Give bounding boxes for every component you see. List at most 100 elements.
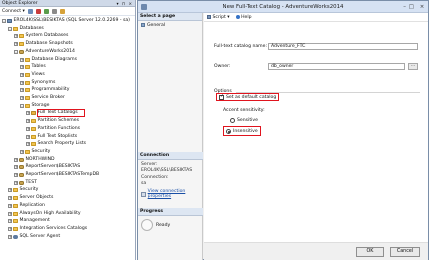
ok-button[interactable]: OK — [356, 247, 384, 257]
collapse-icon[interactable]: - — [20, 103, 24, 108]
help-button[interactable]: Help — [235, 15, 252, 20]
expand-icon[interactable]: + — [20, 149, 24, 154]
connect-button[interactable]: Connect ▾ — [2, 9, 25, 14]
tree-node[interactable]: + Views — [20, 72, 45, 78]
tree-node-label: Security — [19, 187, 39, 193]
expand-icon[interactable]: + — [14, 157, 18, 162]
expand-icon[interactable]: + — [14, 42, 18, 47]
dialog-button-bar: OK Cancel — [204, 242, 428, 260]
set-default-catalog-checkbox[interactable]: Set as default catalog — [216, 93, 280, 101]
expand-icon[interactable]: + — [26, 134, 30, 139]
page-general[interactable]: General — [141, 22, 199, 28]
expand-icon[interactable]: + — [20, 88, 24, 93]
tree-node-label: Security — [31, 148, 51, 154]
script-icon — [207, 15, 211, 19]
radio-selected-icon — [226, 128, 231, 134]
tree-node[interactable]: + AlwaysOn High Availability — [8, 211, 81, 217]
minimize-button[interactable]: – — [403, 1, 406, 13]
tree-node[interactable]: + Search Property Lists — [26, 141, 86, 147]
tree-node-label: Partition Schemes — [37, 118, 79, 124]
tree-node[interactable]: + Replication — [8, 203, 45, 209]
expand-icon[interactable]: + — [14, 34, 18, 39]
tree-node[interactable]: + Partition Functions — [26, 126, 80, 132]
tree-node[interactable]: + Partition Schemes — [26, 118, 79, 124]
tree-node[interactable]: - AdventureWorks2014 — [14, 49, 75, 55]
expand-icon[interactable]: + — [8, 196, 12, 201]
tree-node[interactable]: + SQL Server Agent — [8, 234, 60, 240]
collapse-icon[interactable]: - — [8, 26, 12, 31]
expand-icon[interactable]: + — [14, 180, 18, 185]
script-label: Script ▾ — [212, 14, 230, 20]
tree-node-label: Storage — [31, 102, 50, 108]
tree-node[interactable]: + Management — [8, 218, 50, 224]
expand-icon[interactable]: + — [26, 111, 30, 116]
filter-icon[interactable] — [59, 8, 65, 14]
tree-node[interactable]: + Database Diagrams — [20, 57, 77, 63]
folder-icon — [25, 80, 30, 85]
tree-node[interactable]: + Synonyms — [20, 80, 55, 86]
tree-node[interactable]: + NORTHWIND — [14, 157, 55, 163]
tree-node[interactable]: + Service Broker — [20, 95, 65, 101]
tree-node[interactable]: + Integration Services Catalogs — [8, 226, 87, 232]
folder-icon — [25, 88, 30, 93]
tree-node[interactable]: + Programmability — [20, 87, 69, 93]
tree-node[interactable]: - Storage — [20, 103, 49, 109]
tree-node[interactable]: - EROL4K\SSL\BESIKTAS (SQL Server 12.0.22… — [2, 18, 130, 24]
expand-icon[interactable]: + — [20, 72, 24, 77]
expand-icon[interactable]: + — [26, 119, 30, 124]
tree-node[interactable]: + Server Objects — [8, 195, 53, 201]
sensitive-radio[interactable]: Sensitive — [228, 116, 260, 124]
collapse-icon[interactable]: - — [2, 19, 6, 23]
tree-node[interactable]: + ReportServer$BESIKTASTempDB — [14, 172, 99, 178]
close-button[interactable]: × — [416, 1, 428, 13]
expand-icon[interactable]: + — [26, 126, 30, 131]
tree-node[interactable]: + Full Text Catalogs — [26, 109, 85, 118]
folder-icon — [25, 149, 30, 154]
folder-icon — [31, 126, 36, 131]
tree-node[interactable]: + System Databases — [14, 33, 68, 39]
insensitive-radio[interactable]: Insensitive — [223, 126, 261, 136]
view-connection-properties-link[interactable]: View connection properties — [138, 189, 203, 199]
browse-owner-button[interactable]: ... — [408, 63, 418, 70]
catalog-name-input[interactable]: Adventure_FTC — [268, 43, 418, 50]
expand-icon[interactable]: + — [20, 65, 24, 70]
expand-icon[interactable]: + — [26, 142, 30, 147]
stop-icon[interactable] — [51, 8, 57, 14]
connect-icon[interactable] — [27, 8, 33, 14]
tree-node[interactable]: - Databases — [8, 26, 44, 32]
expand-icon[interactable]: + — [8, 211, 12, 216]
object-explorer-panel: Object Explorer ▾ ⊓ × Connect ▾ - EROL4K\… — [0, 0, 136, 260]
tree-node[interactable]: + Database Snapshots — [14, 41, 73, 47]
cancel-button[interactable]: Cancel — [390, 247, 420, 257]
expand-icon[interactable]: + — [20, 96, 24, 100]
expand-icon[interactable]: + — [20, 80, 24, 85]
tree-node-label: Integration Services Catalogs — [19, 225, 88, 231]
tree-node-label: Views — [31, 71, 45, 77]
db-icon — [19, 165, 24, 170]
owner-row: Owner: db_owner ... — [214, 63, 418, 70]
refresh-icon[interactable] — [43, 8, 49, 14]
tree-node-label: ReportServer$BESIKTASTempDB — [25, 172, 100, 177]
expand-icon[interactable]: + — [8, 234, 12, 239]
panel-controls[interactable]: ▾ ⊓ × — [116, 0, 133, 7]
tree-node[interactable]: + ReportServer$BESIKTAS — [14, 164, 80, 170]
tree-node[interactable]: + Security — [20, 149, 50, 155]
tree-node[interactable]: + Tables — [20, 64, 46, 70]
tree-node[interactable]: + Full Text Stoplists — [26, 134, 77, 140]
expand-icon[interactable]: + — [20, 57, 24, 62]
expand-icon[interactable]: + — [8, 203, 12, 208]
expand-icon[interactable]: + — [8, 226, 12, 231]
owner-input[interactable]: db_owner — [268, 63, 405, 70]
tree-node-label: Partition Functions — [37, 125, 81, 131]
collapse-icon[interactable]: - — [14, 49, 18, 54]
expand-icon[interactable]: + — [14, 165, 18, 170]
tree-node[interactable]: + Security — [8, 187, 38, 193]
expand-icon[interactable]: + — [8, 219, 12, 224]
maximize-button[interactable]: □ — [409, 1, 414, 13]
expand-icon[interactable]: + — [14, 173, 18, 177]
script-button[interactable]: Script ▾ — [207, 15, 230, 20]
tree-node-label: Server Objects — [19, 195, 54, 201]
tree-node[interactable]: + TEST — [14, 180, 37, 186]
expand-icon[interactable]: + — [8, 188, 12, 193]
disconnect-icon[interactable] — [35, 8, 41, 14]
